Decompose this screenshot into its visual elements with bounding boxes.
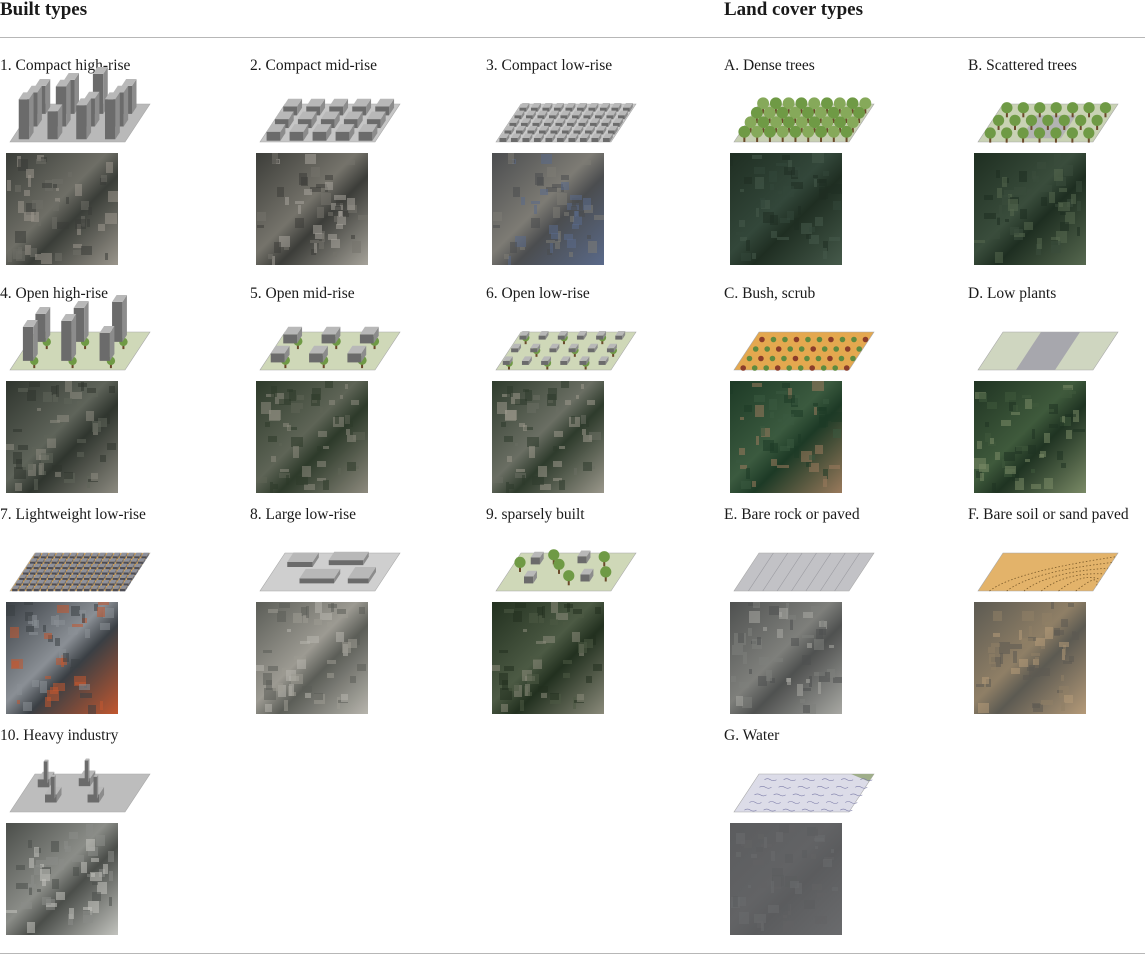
- built_types-cell: 10. Heavy industry: [0, 727, 230, 949]
- built_types-cell: 5. Open mid-rise: [250, 285, 480, 507]
- built_types-label: 8. Large low-rise: [250, 506, 357, 523]
- compact-low-rise-icon: [495, 103, 637, 143]
- dense-trees-icon: [733, 97, 875, 143]
- open-low-rise-icon: [495, 331, 637, 371]
- built_types-cell: 1. Compact high-rise: [0, 57, 230, 279]
- open-mid-rise-icon: [259, 326, 401, 371]
- built_types-label: 3. Compact low-rise: [486, 57, 613, 74]
- heavy-industry-icon: [9, 758, 151, 813]
- land_types-aerial-photo: [730, 153, 842, 265]
- land_types-label: A. Dense trees: [724, 57, 815, 74]
- land_types-label: C. Bush, scrub: [724, 285, 816, 302]
- land_types-cell: D. Low plants: [968, 285, 1145, 507]
- built_types-label: 9. sparsely built: [486, 506, 585, 523]
- built_types-aerial-photo: [6, 602, 118, 714]
- bare-rock-paved-icon: [733, 552, 875, 592]
- sparsely-built-icon: [495, 549, 637, 592]
- built_types-label: 1. Compact high-rise: [0, 57, 131, 74]
- built_types-aerial-photo: [492, 153, 604, 265]
- built_types-aerial-photo: [256, 153, 368, 265]
- scattered-trees-icon: [977, 102, 1119, 143]
- lightweight-low-rise-icon: [9, 552, 151, 592]
- land_types-cell: C. Bush, scrub: [724, 285, 954, 507]
- land_types-label: G. Water: [724, 727, 780, 744]
- bush-scrub-icon: [733, 331, 875, 371]
- large-low-rise-icon: [259, 551, 401, 592]
- land_types-cell: A. Dense trees: [724, 57, 954, 279]
- land_types-aerial-photo: [730, 823, 842, 935]
- built_types-cell: 3. Compact low-rise: [486, 57, 716, 279]
- land_types-aerial-photo: [730, 602, 842, 714]
- built_types-cell: 4. Open high-rise: [0, 285, 230, 507]
- land_types-label: D. Low plants: [968, 285, 1057, 302]
- land_types-aerial-photo: [974, 153, 1086, 265]
- built_types-label: 6. Open low-rise: [486, 285, 590, 302]
- bare-soil-sand-icon: [977, 552, 1119, 592]
- land_types-label: F. Bare soil or sand paved: [968, 506, 1129, 523]
- built_types-cell: 9. sparsely built: [486, 506, 716, 728]
- built_types-label: 10. Heavy industry: [0, 727, 119, 744]
- land_types-aerial-photo: [730, 381, 842, 493]
- built_types-aerial-photo: [256, 381, 368, 493]
- land_types-cell: E. Bare rock or paved: [724, 506, 954, 728]
- built_types-label: 4. Open high-rise: [0, 285, 109, 302]
- built_types-label: 2. Compact mid-rise: [250, 57, 377, 74]
- built_types-cell: 8. Large low-rise: [250, 506, 480, 728]
- open-high-rise-icon: [9, 295, 151, 371]
- built_types-aerial-photo: [256, 602, 368, 714]
- built_types-aerial-photo: [6, 381, 118, 493]
- built_types-aerial-photo: [6, 823, 118, 935]
- built_types-label: 7. Lightweight low-rise: [0, 506, 146, 523]
- land_types-cell: B. Scattered trees: [968, 57, 1145, 279]
- land_types-cell: G. Water: [724, 727, 954, 949]
- low-plants-icon: [977, 331, 1119, 371]
- built_types-aerial-photo: [6, 153, 118, 265]
- top-rule: [0, 37, 1145, 38]
- built_types-aerial-photo: [492, 381, 604, 493]
- compact-high-rise-icon: [9, 67, 151, 143]
- land_types-label: B. Scattered trees: [968, 57, 1077, 74]
- compact-mid-rise-icon: [259, 98, 401, 143]
- built_types-cell: 7. Lightweight low-rise: [0, 506, 230, 728]
- land_types-aerial-photo: [974, 602, 1086, 714]
- built-types-header: Built types: [0, 0, 88, 20]
- land_types-label: E. Bare rock or paved: [724, 506, 860, 523]
- built_types-aerial-photo: [492, 602, 604, 714]
- land_types-aerial-photo: [974, 381, 1086, 493]
- bottom-rule: [0, 953, 1145, 954]
- land-cover-types-header: Land cover types: [724, 0, 863, 20]
- built_types-cell: 2. Compact mid-rise: [250, 57, 480, 279]
- land_types-cell: F. Bare soil or sand paved: [968, 506, 1145, 728]
- built_types-label: 5. Open mid-rise: [250, 285, 355, 302]
- water-icon: [733, 773, 875, 813]
- built_types-cell: 6. Open low-rise: [486, 285, 716, 507]
